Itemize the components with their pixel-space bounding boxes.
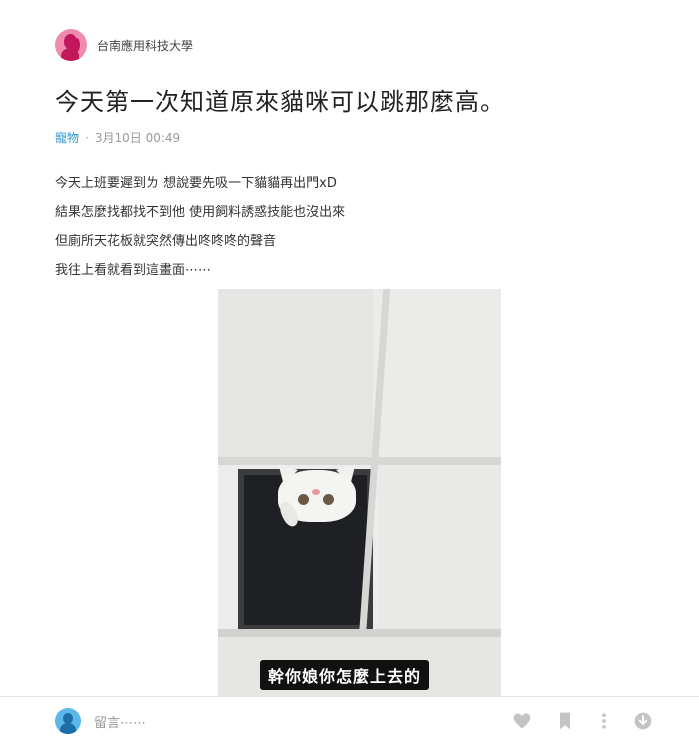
post-title: 今天第一次知道原來貓咪可以跳那麼高。 bbox=[55, 88, 505, 116]
body-line: 結果怎麼找都找不到他 使用飼料誘惑技能也沒出來 bbox=[55, 205, 346, 220]
heart-icon[interactable] bbox=[512, 711, 532, 731]
post-header: 台南應用科技大學 bbox=[55, 29, 193, 61]
comment-bar: 留言⋯⋯ bbox=[0, 696, 699, 742]
forum-avatar[interactable] bbox=[55, 29, 87, 61]
comment-input[interactable]: 留言⋯⋯ bbox=[94, 712, 146, 731]
body-line: 今天上班要遲到ㄌ 想說要先吸一下貓貓再出門xD bbox=[55, 176, 337, 191]
category-link[interactable]: 寵物 bbox=[55, 131, 79, 145]
meta-separator: · bbox=[85, 131, 89, 145]
forum-name[interactable]: 台南應用科技大學 bbox=[97, 37, 193, 54]
post-body: 今天上班要遲到ㄌ 想說要先吸一下貓貓再出門xD 結果怎麼找都找不到他 使用飼料誘… bbox=[55, 169, 345, 285]
user-avatar[interactable] bbox=[55, 708, 81, 734]
post-image[interactable]: 幹你娘你怎麼上去的 bbox=[218, 289, 501, 696]
body-line: 我往上看就看到這畫面⋯⋯ bbox=[55, 263, 212, 278]
post-meta: 寵物 · 3月10日 00:49 bbox=[55, 129, 180, 146]
download-icon[interactable] bbox=[633, 711, 653, 731]
body-line: 但廁所天花板就突然傳出咚咚咚的聲音 bbox=[55, 234, 277, 249]
more-icon[interactable] bbox=[594, 711, 614, 731]
post-date: 3月10日 00:49 bbox=[94, 131, 181, 145]
bookmark-icon[interactable] bbox=[555, 711, 575, 731]
image-caption: 幹你娘你怎麼上去的 bbox=[260, 660, 430, 690]
